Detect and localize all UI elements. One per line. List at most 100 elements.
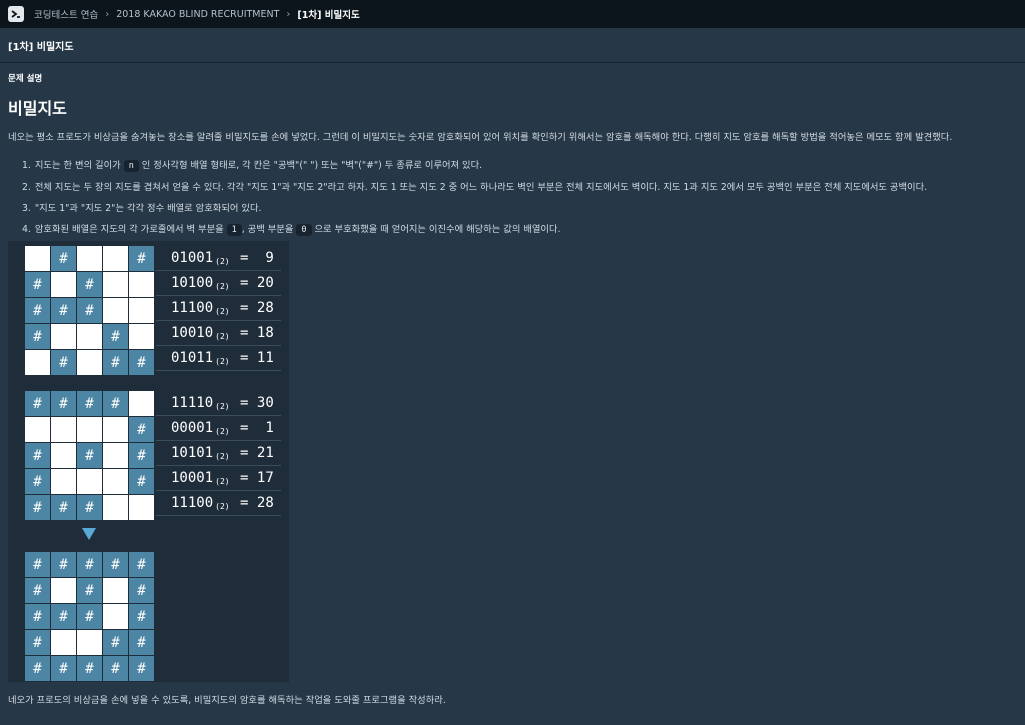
base-subscript: (2) bbox=[215, 426, 230, 436]
map-cell-wall: # bbox=[77, 578, 102, 603]
map-cell-empty bbox=[129, 391, 154, 416]
equals-sign: = bbox=[231, 395, 257, 411]
map-cell-wall: # bbox=[103, 630, 128, 655]
base-subscript: (2) bbox=[215, 501, 230, 511]
programmers-logo-icon[interactable] bbox=[8, 6, 24, 22]
binary-value: 10010 bbox=[171, 325, 214, 341]
binary-value: 00001 bbox=[171, 420, 214, 436]
problem-title: [1차] 비밀지도 bbox=[8, 41, 74, 53]
map-cell-empty bbox=[103, 604, 128, 629]
binary-equation: 11100 (2) = 28 bbox=[156, 491, 281, 516]
map-cell-empty bbox=[77, 417, 102, 442]
base-subscript: (2) bbox=[215, 281, 230, 291]
problem-heading: 비밀지도 bbox=[8, 99, 67, 118]
map-cell-empty bbox=[51, 469, 76, 494]
map-cell-wall: # bbox=[77, 604, 102, 629]
base-subscript: (2) bbox=[215, 451, 230, 461]
equals-sign: = bbox=[231, 445, 257, 461]
base-subscript: (2) bbox=[215, 256, 230, 266]
map-cell-empty bbox=[103, 578, 128, 603]
map-cell-wall: # bbox=[77, 298, 102, 323]
map-cell-empty bbox=[25, 417, 50, 442]
map-cell-empty bbox=[129, 272, 154, 297]
top-navigation-bar: 코딩테스트 연습 › 2018 KAKAO BLIND RECRUITMENT … bbox=[0, 0, 1025, 28]
map-cell-empty bbox=[129, 495, 154, 520]
map2-grid: # # # # # # # # # # # # # bbox=[25, 391, 154, 520]
map-cell-wall: # bbox=[77, 272, 102, 297]
binary-value: 11100 bbox=[171, 495, 214, 511]
base-subscript: (2) bbox=[215, 331, 230, 341]
map-cell-empty bbox=[77, 469, 102, 494]
inline-code: n bbox=[123, 160, 139, 172]
map-cell-wall: # bbox=[77, 443, 102, 468]
map-cell-empty bbox=[51, 578, 76, 603]
map-cell-wall: # bbox=[77, 656, 102, 681]
map2-equations: 11110 (2) = 30 00001 (2) = 1 10101 (2) = 21 10… bbox=[156, 391, 281, 516]
map-cell-wall: # bbox=[129, 656, 154, 681]
base-subscript: (2) bbox=[215, 356, 230, 366]
breadcrumb-item-kakao[interactable]: 2018 KAKAO BLIND RECRUITMENT bbox=[116, 9, 279, 20]
map-cell-wall: # bbox=[51, 350, 76, 375]
map-cell-empty bbox=[77, 246, 102, 271]
map-cell-empty bbox=[77, 324, 102, 349]
inline-code: 0 bbox=[296, 224, 312, 236]
map-cell-wall: # bbox=[25, 298, 50, 323]
binary-equation: 10101 (2) = 21 bbox=[156, 441, 281, 466]
map-cell-wall: # bbox=[25, 630, 50, 655]
problem-title-bar: [1차] 비밀지도 bbox=[0, 28, 1025, 63]
map-cell-wall: # bbox=[103, 350, 128, 375]
decimal-value: 30 bbox=[256, 395, 274, 411]
map-cell-wall: # bbox=[103, 656, 128, 681]
binary-equation: 10100 (2) = 20 bbox=[156, 271, 281, 296]
map-cell-wall: # bbox=[25, 391, 50, 416]
binary-equation: 01011 (2) = 11 bbox=[156, 346, 281, 371]
map-cell-empty bbox=[103, 272, 128, 297]
map-cell-wall: # bbox=[129, 552, 154, 577]
map-cell-wall: # bbox=[129, 246, 154, 271]
binary-value: 11110 bbox=[171, 395, 214, 411]
list-item: 4. 암호화된 배열은 지도의 각 가로줄에서 벽 부분을 1, 공백 부분을 0… bbox=[22, 224, 561, 236]
footer-paragraph: 네오가 프로도의 비상금을 손에 넣을 수 있도록, 비밀지도의 암호를 해독하… bbox=[8, 695, 446, 706]
map-cell-empty bbox=[25, 350, 50, 375]
map-cell-wall: # bbox=[103, 324, 128, 349]
map-cell-wall: # bbox=[51, 246, 76, 271]
map-cell-empty bbox=[51, 417, 76, 442]
map-cell-wall: # bbox=[25, 443, 50, 468]
map-cell-empty bbox=[129, 298, 154, 323]
map-cell-empty bbox=[51, 630, 76, 655]
section-label: 문제 설명 bbox=[8, 74, 43, 84]
map-cell-empty bbox=[103, 469, 128, 494]
breadcrumb-item-coding-test[interactable]: 코딩테스트 연습 bbox=[34, 7, 98, 21]
secret-map-figure: # # # # # # # # # # # # 01001 (2) = 9 10100 (2) = 20 11… bbox=[8, 241, 289, 682]
map-cell-wall: # bbox=[51, 604, 76, 629]
map-cell-wall: # bbox=[25, 604, 50, 629]
map-cell-wall: # bbox=[77, 495, 102, 520]
map-cell-wall: # bbox=[51, 495, 76, 520]
decimal-value: 9 bbox=[256, 250, 274, 266]
binary-equation: 01001 (2) = 9 bbox=[156, 246, 281, 271]
chevron-right-icon: › bbox=[286, 8, 291, 20]
result-grid: # # # # # # # # # # # # # # # # # # # # bbox=[25, 552, 154, 681]
decimal-value: 28 bbox=[256, 495, 274, 511]
map-cell-empty bbox=[103, 298, 128, 323]
inline-code: 1 bbox=[226, 224, 242, 236]
map-cell-wall: # bbox=[51, 656, 76, 681]
arrow-down-icon bbox=[82, 528, 96, 540]
decimal-value: 20 bbox=[256, 275, 274, 291]
binary-equation: 11100 (2) = 28 bbox=[156, 296, 281, 321]
decimal-value: 21 bbox=[256, 445, 274, 461]
chevron-right-icon: › bbox=[105, 8, 110, 20]
map-cell-wall: # bbox=[129, 350, 154, 375]
binary-equation: 00001 (2) = 1 bbox=[156, 416, 281, 441]
map1-grid: # # # # # # # # # # # # bbox=[25, 246, 154, 375]
binary-value: 01011 bbox=[171, 350, 214, 366]
map-cell-wall: # bbox=[25, 495, 50, 520]
map-cell-empty bbox=[129, 324, 154, 349]
map-cell-empty bbox=[77, 630, 102, 655]
equals-sign: = bbox=[231, 325, 257, 341]
decimal-value: 28 bbox=[256, 300, 274, 316]
map-cell-wall: # bbox=[77, 391, 102, 416]
map-cell-wall: # bbox=[51, 391, 76, 416]
map-cell-wall: # bbox=[129, 604, 154, 629]
base-subscript: (2) bbox=[215, 401, 230, 411]
